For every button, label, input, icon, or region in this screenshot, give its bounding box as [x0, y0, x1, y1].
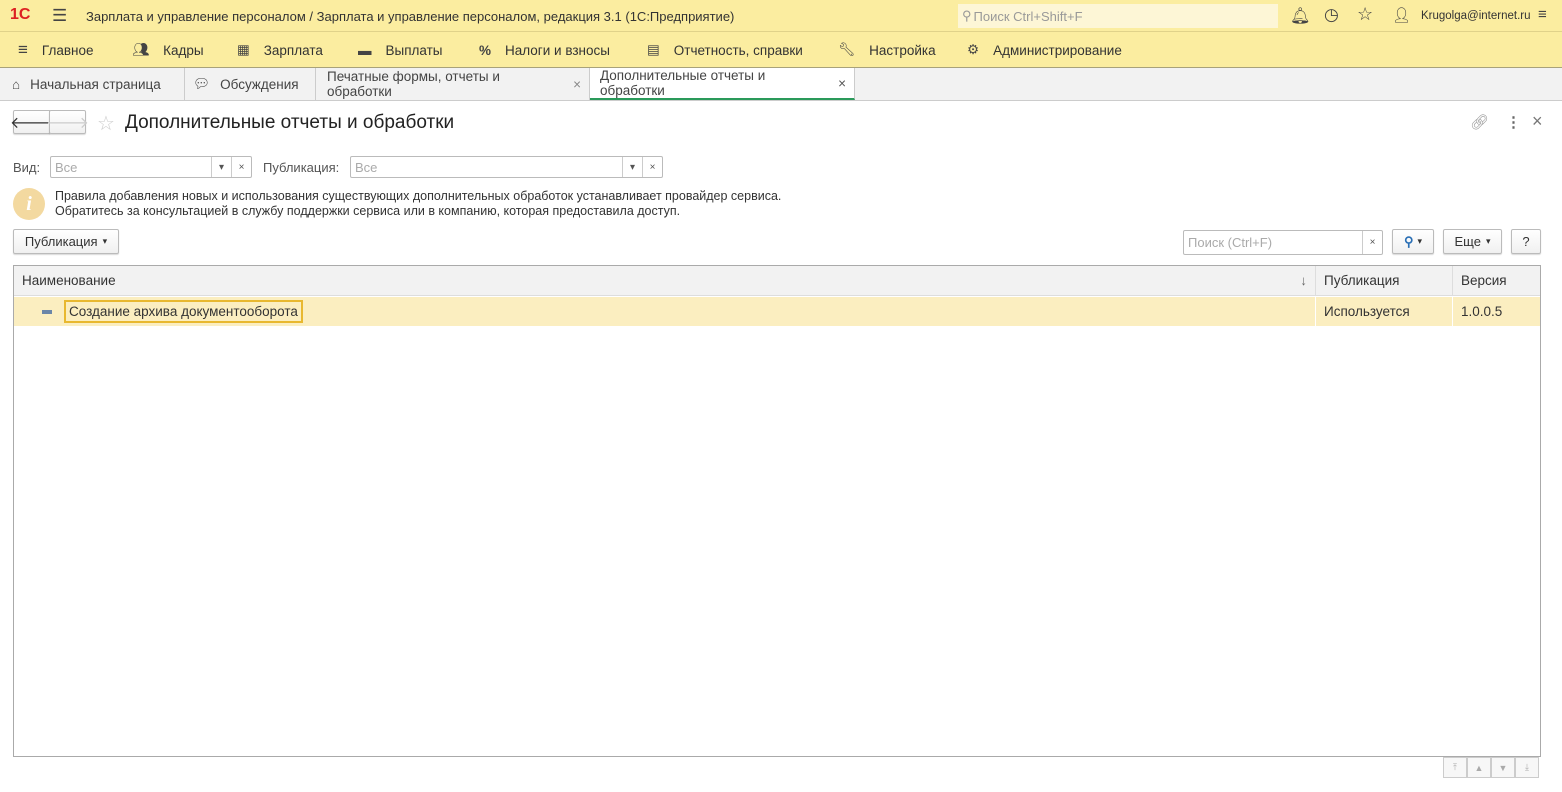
filter-kind-select[interactable]: Все ▾ ×	[50, 156, 252, 178]
reports-icon: ▤	[647, 42, 660, 57]
menu-item-taxes[interactable]: % Налоги и взносы	[479, 32, 610, 68]
scroll-first-button[interactable]: ⤒	[1443, 757, 1467, 778]
menu-item-reports[interactable]: ▤ Отчетность, справки	[647, 32, 803, 68]
notifications-bell-icon[interactable]: 🔔︎	[1290, 6, 1310, 26]
info-text-line1: Правила добавления новых и использования…	[55, 189, 782, 203]
item-marker-icon	[42, 309, 52, 314]
global-search-input[interactable]: ⚲ Поиск Ctrl+Shift+F	[958, 4, 1278, 28]
filter-publication-select[interactable]: Все ▾ ×	[350, 156, 663, 178]
favorites-star-icon[interactable]: ☆	[1357, 4, 1373, 25]
percent-icon: %	[479, 42, 492, 58]
last-icon: ⤓	[1525, 762, 1529, 772]
wrench-icon: 🔧︎	[838, 42, 856, 57]
search-icon: ⚲	[962, 8, 972, 23]
link-icon[interactable]: 🔗︎	[1470, 113, 1489, 131]
history-icon[interactable]: ◷	[1324, 5, 1339, 25]
1c-logo[interactable]: 1С	[10, 6, 30, 24]
back-button[interactable]: 🡐	[10, 110, 53, 134]
clear-icon[interactable]: ×	[642, 157, 662, 177]
user-icon[interactable]: 👤︎	[1392, 6, 1411, 24]
menu-item-settings[interactable]: 🔧︎ Настройка	[838, 32, 936, 68]
report-name-cell[interactable]: Создание архива документооборота	[64, 300, 303, 323]
info-icon: i	[13, 188, 45, 220]
menu-item-payments[interactable]: ▬ Выплаты	[358, 32, 443, 68]
search-options-button[interactable]: ⚲ ▾	[1392, 229, 1434, 254]
info-text-line2: Обратитесь за консультацией в службу под…	[55, 204, 681, 218]
app-title: Зарплата и управление персоналом / Зарпл…	[86, 9, 735, 24]
menu-item-main[interactable]: ≡ Главное	[18, 32, 94, 68]
up-icon: ▲	[1474, 762, 1484, 773]
scroll-up-button[interactable]: ▲	[1467, 757, 1491, 778]
calculator-icon: ▦	[237, 42, 250, 57]
tab-home[interactable]: ⌂ Начальная страница	[0, 68, 185, 100]
dropdown-arrow-icon: ▾	[1485, 236, 1491, 246]
filter-publication-label: Публикация:	[263, 160, 340, 175]
clear-search-icon[interactable]: ×	[1362, 231, 1382, 254]
dropdown-arrow-icon: ▾	[1417, 236, 1423, 246]
publication-cell[interactable]: Используется	[1316, 297, 1453, 326]
reports-table: Наименование ↓ Публикация Версия Создание…	[13, 265, 1541, 757]
section-menu: ≡ Главное 👥︎ Кадры ▦ Зарплата ▬ Выплаты % Нал…	[0, 32, 1562, 68]
tab-print-forms[interactable]: Печатные формы, отчеты и обработки ×	[316, 68, 590, 100]
scroll-last-button[interactable]: ⤓	[1515, 757, 1539, 778]
dropdown-arrow-icon[interactable]: ▾	[622, 157, 642, 177]
forward-button[interactable]: 🡒	[46, 110, 89, 134]
tab-additional-reports[interactable]: Дополнительные отчеты и обработки ×	[590, 68, 855, 100]
gear-icon: ⚙	[967, 42, 980, 57]
menu-item-salary[interactable]: ▦ Зарплата	[237, 32, 323, 68]
menu-item-staff[interactable]: 👥︎ Кадры	[132, 32, 204, 68]
filter-kind-label: Вид:	[13, 160, 41, 175]
version-cell[interactable]: 1.0.0.5	[1453, 297, 1540, 326]
close-icon[interactable]: ×	[1532, 111, 1543, 132]
sort-desc-icon: ↓	[1300, 273, 1307, 288]
tab-discussions[interactable]: 💬︎ Обсуждения	[185, 68, 316, 100]
page-title: Дополнительные отчеты и обработки	[125, 112, 455, 133]
scroll-down-button[interactable]: ▼	[1491, 757, 1515, 778]
publication-button[interactable]: Публикация ▾	[13, 229, 119, 254]
column-header-name[interactable]: Наименование ↓	[14, 266, 1316, 296]
more-actions-icon[interactable]: ⋮	[1506, 113, 1521, 131]
close-tab-icon[interactable]: ×	[838, 76, 846, 91]
open-tabs: ⌂ Начальная страница 💬︎ Обсуждения Печатны…	[0, 68, 1562, 101]
menu-item-admin[interactable]: ⚙ Администрирование	[967, 32, 1122, 68]
more-button[interactable]: Еще ▾	[1443, 229, 1502, 254]
search-icon: ⚲	[1403, 233, 1414, 249]
dropdown-arrow-icon[interactable]: ▾	[211, 157, 231, 177]
settings-menu-icon[interactable]: ≡	[1538, 6, 1547, 23]
arrow-right-icon: 🡒	[46, 114, 89, 132]
dropdown-arrow-icon: ▾	[102, 236, 108, 246]
search-input[interactable]: Поиск (Ctrl+F) ×	[1183, 230, 1383, 255]
column-header-version[interactable]: Версия	[1453, 266, 1540, 296]
wallet-icon: ▬	[358, 42, 372, 58]
home-icon: ⌂	[12, 76, 21, 92]
discussions-icon: 💬︎	[193, 76, 211, 91]
down-icon: ▼	[1498, 762, 1508, 773]
favorite-star-icon[interactable]: ☆	[97, 111, 115, 136]
main-menu-icon[interactable]: ☰	[52, 6, 67, 26]
user-name[interactable]: Krugolga@internet.ru	[1421, 10, 1531, 22]
clear-icon[interactable]: ×	[231, 157, 251, 177]
first-icon: ⤒	[1453, 762, 1457, 772]
people-icon: 👥︎	[132, 42, 150, 57]
menu-icon: ≡	[18, 40, 28, 59]
help-button[interactable]: ?	[1511, 229, 1541, 254]
close-tab-icon[interactable]: ×	[573, 77, 581, 92]
column-header-publication[interactable]: Публикация	[1316, 266, 1453, 296]
title-bar: 1С ☰ Зарплата и управление персоналом / …	[0, 0, 1562, 32]
